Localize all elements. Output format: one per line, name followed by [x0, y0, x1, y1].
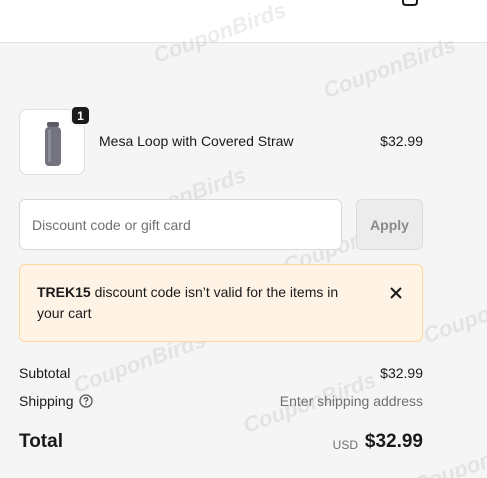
quantity-badge: 1 — [70, 105, 91, 126]
total-row: Total USD $32.99 — [19, 431, 423, 455]
discount-error-banner: TREK15 discount code isn’t valid for the… — [19, 264, 423, 342]
watermark: CouponBirds — [419, 276, 487, 349]
shopping-bag-icon[interactable] — [398, 0, 422, 6]
total-value: $32.99 — [364, 431, 423, 452]
help-icon[interactable] — [79, 394, 93, 408]
discount-code: TREK15 — [37, 284, 91, 300]
cart-line-item: 1 Mesa Loop with Covered Straw $32.99 — [19, 105, 423, 175]
shipping-label: Shipping — [19, 393, 74, 409]
product-thumbnail: 1 — [19, 105, 91, 175]
product-name: Mesa Loop with Covered Straw — [99, 133, 294, 149]
apply-button[interactable]: Apply — [356, 199, 423, 250]
shipping-value: Enter shipping address — [279, 393, 423, 409]
water-bottle-icon — [45, 122, 61, 166]
subtotal-label: Subtotal — [19, 365, 71, 381]
error-message: TREK15 discount code isn’t valid for the… — [37, 282, 367, 324]
subtotal-row: Subtotal $32.99 — [19, 365, 423, 383]
shipping-row: Shipping Enter shipping address — [19, 393, 423, 411]
currency-code: USD — [332, 438, 358, 452]
product-price: $32.99 — [380, 133, 423, 149]
subtotal-value: $32.99 — [380, 365, 423, 381]
discount-code-input[interactable] — [19, 199, 342, 250]
close-icon[interactable] — [388, 285, 404, 301]
total-label: Total — [19, 431, 63, 452]
header-bar — [0, 0, 487, 43]
